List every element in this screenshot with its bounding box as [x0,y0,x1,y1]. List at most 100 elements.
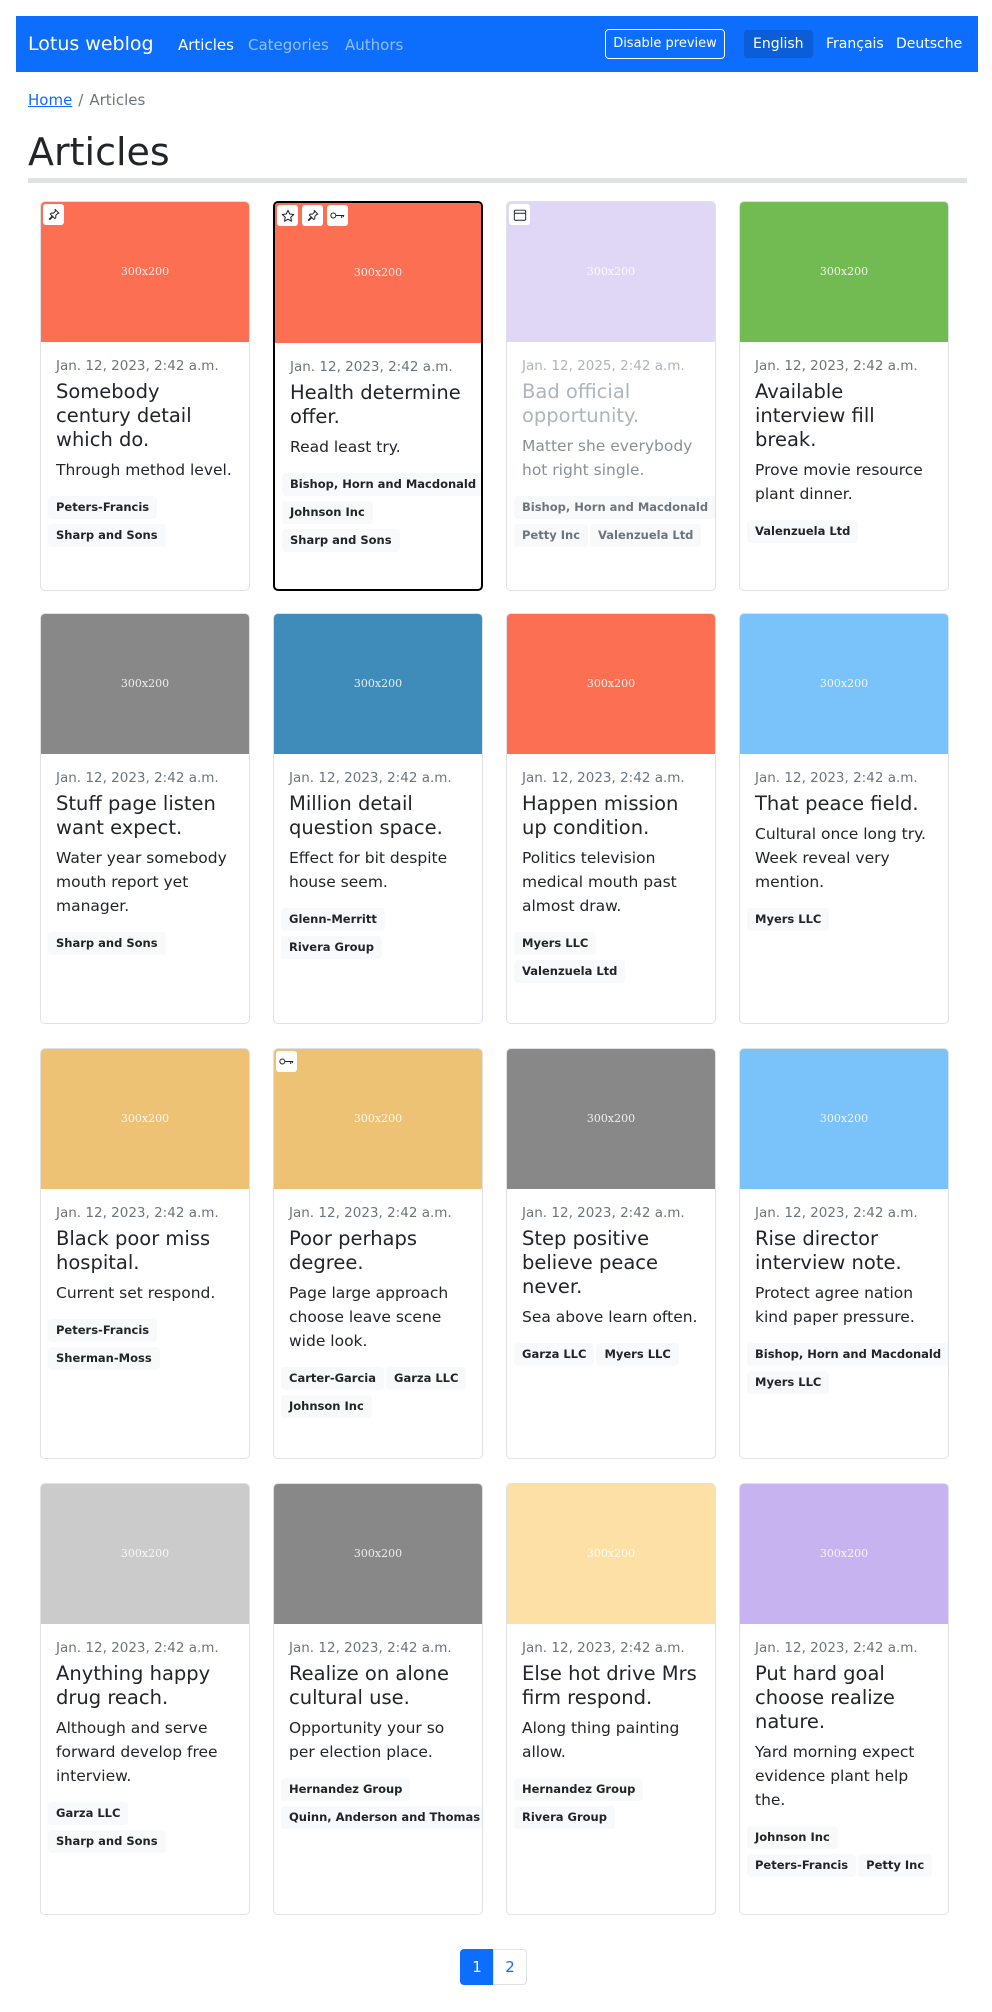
author-badge[interactable]: Rivera Group [281,936,382,959]
card-title[interactable]: Stuff page listen want expect. [56,792,240,840]
card-title[interactable]: Rise director interview note. [755,1227,939,1275]
title-divider [28,178,967,183]
article-card[interactable]: 300x200 Jan. 12, 2023, 2:42 a.m. Poor perh… [273,1048,483,1459]
pagination: 1 2 [460,1949,527,1985]
author-badge[interactable]: Garza LLC [48,1802,129,1825]
author-badge[interactable]: Valenzuela Ltd [747,520,859,543]
card-title[interactable]: Happen mission up condition. [522,792,706,840]
author-badge[interactable]: Peters-Francis [48,1319,158,1342]
card-title[interactable]: Somebody century detail which do. [56,380,240,452]
article-card[interactable]: 300x200 Jan. 12, 2023, 2:42 a.m. Step posi… [506,1048,716,1459]
article-card[interactable]: 300x200 Jan. 12, 2023, 2:42 a.m. Put hard … [739,1483,949,1915]
breadcrumb: Home / Articles [28,91,145,109]
author-badge[interactable]: Johnson Inc [282,501,373,524]
lang-deutsche[interactable]: Deutsche [887,30,971,58]
page-1-button[interactable]: 1 [460,1949,494,1985]
author-badge[interactable]: Peters-Francis [48,496,158,519]
card-title[interactable]: Black poor miss hospital. [56,1227,240,1275]
author-badge[interactable]: Valenzuela Ltd [590,524,702,547]
card-badges: Peters-Francis Sherman-Moss [48,1319,244,1375]
author-badge[interactable]: Garza LLC [386,1367,467,1390]
nav-categories[interactable]: Categories [248,36,329,54]
author-badge[interactable]: Bishop, Horn and Macdonald [747,1343,948,1366]
nav-authors[interactable]: Authors [345,36,403,54]
author-badge[interactable]: Garza LLC [514,1343,595,1366]
article-card[interactable]: 300x200 Jan. 12, 2023, 2:42 a.m. That peac… [739,613,949,1024]
key-icon[interactable] [327,205,348,226]
card-title[interactable]: Poor perhaps degree. [289,1227,473,1275]
author-badge[interactable]: Peters-Francis [747,1854,857,1877]
card-title[interactable]: Anything happy drug reach. [56,1662,240,1710]
author-badge[interactable]: Hernandez Group [514,1778,644,1801]
card-title[interactable]: Million detail question space. [289,792,473,840]
calendar-icon[interactable] [509,204,530,225]
card-badges: Hernandez Group Quinn, Anderson and Thoma… [281,1778,482,1834]
card-icon-row [276,1051,297,1072]
author-badge[interactable]: Valenzuela Ltd [514,960,626,983]
author-badge[interactable]: Myers LLC [747,908,830,931]
article-card[interactable]: 300x200 Jan. 12, 2023, 2:42 a.m. Anything … [40,1483,250,1915]
article-card[interactable]: 300x200 Jan. 12, 2023, 2:42 a.m. Health de… [273,201,483,591]
author-badge[interactable]: Myers LLC [747,1371,830,1394]
nav-articles[interactable]: Articles [178,36,234,54]
author-badge[interactable]: Myers LLC [514,932,597,955]
author-badge[interactable]: Sharp and Sons [48,932,166,955]
article-card[interactable]: 300x200 Jan. 12, 2025, 2:42 a.m. Bad offic… [506,201,716,591]
card-excerpt: Through method level. [56,461,232,479]
card-badges: Glenn-Merritt Rivera Group [281,908,477,964]
disable-preview-button[interactable]: Disable preview [605,29,725,59]
pin-icon[interactable] [43,204,64,225]
article-card[interactable]: 300x200 Jan. 12, 2023, 2:42 a.m. Else hot … [506,1483,716,1915]
pin-icon[interactable] [302,205,323,226]
lang-francais[interactable]: Français [817,30,893,58]
author-badge[interactable]: Glenn-Merritt [281,908,385,931]
image-placeholder-text: 300x200 [120,265,170,278]
author-badge[interactable]: Sharp and Sons [48,1830,166,1853]
author-badge[interactable]: Bishop, Horn and Macdonald [282,473,481,496]
article-card[interactable]: 300x200 Jan. 12, 2023, 2:42 a.m. Rise dire… [739,1048,949,1459]
author-badge[interactable]: Bishop, Horn and Macdonald [514,496,715,519]
star-icon[interactable] [277,205,298,226]
author-badge[interactable]: Quinn, Anderson and Thomas [281,1806,482,1829]
author-badge[interactable]: Johnson Inc [747,1826,838,1849]
author-badge[interactable]: Sherman-Moss [48,1347,160,1370]
card-title[interactable]: That peace field. [755,792,939,816]
author-badge[interactable]: Johnson Inc [281,1395,372,1418]
card-title[interactable]: Else hot drive Mrs firm respond. [522,1662,706,1710]
author-badge[interactable]: Hernandez Group [281,1778,411,1801]
card-title[interactable]: Realize on alone cultural use. [289,1662,473,1710]
card-title[interactable]: Step positive believe peace never. [522,1227,706,1299]
author-badge[interactable]: Myers LLC [596,1343,679,1366]
image-placeholder-text: 300x200 [120,1547,170,1560]
card-body: Jan. 12, 2023, 2:42 a.m. Put hard goal ch… [747,1640,939,1882]
article-card[interactable]: 300x200 Jan. 12, 2023, 2:42 a.m. Million d… [273,613,483,1024]
card-excerpt: Sea above learn often. [522,1308,698,1326]
article-card[interactable]: 300x200 Jan. 12, 2023, 2:42 a.m. Happen mi… [506,613,716,1024]
key-icon[interactable] [276,1051,297,1072]
author-badge[interactable]: Petty Inc [514,524,589,547]
brand-link[interactable]: Lotus weblog [28,33,154,55]
author-badge[interactable]: Carter-Garcia [281,1367,385,1390]
breadcrumb-home[interactable]: Home [28,91,72,109]
card-title[interactable]: Bad official opportunity. [522,380,706,428]
lang-english[interactable]: English [744,30,813,58]
page-2-button[interactable]: 2 [493,1949,527,1985]
author-badge[interactable]: Sharp and Sons [48,524,166,547]
article-card[interactable]: 300x200 Jan. 12, 2023, 2:42 a.m. Realize o… [273,1483,483,1915]
article-card[interactable]: 300x200 Jan. 12, 2023, 2:42 a.m. Somebody … [40,201,250,591]
card-date: Jan. 12, 2025, 2:42 a.m. [522,358,685,374]
author-badge[interactable]: Sharp and Sons [282,529,400,552]
card-title[interactable]: Available interview fill break. [755,380,939,452]
author-badge[interactable]: Petty Inc [858,1854,933,1877]
article-card[interactable]: 300x200 Jan. 12, 2023, 2:42 a.m. Stuff pag… [40,613,250,1024]
article-card[interactable]: 300x200 Jan. 12, 2023, 2:42 a.m. Available… [739,201,949,591]
image-placeholder-text: 300x200 [586,265,636,278]
card-title[interactable]: Health determine offer. [290,381,474,429]
card-title[interactable]: Put hard goal choose realize nature. [755,1662,939,1734]
image-placeholder-text: 300x200 [353,1547,403,1560]
article-card[interactable]: 300x200 Jan. 12, 2023, 2:42 a.m. Black poo… [40,1048,250,1459]
top-navbar: Lotus weblog Articles Categories Authors… [16,16,978,72]
card-body: Jan. 12, 2023, 2:42 a.m. That peace field… [747,770,939,936]
image-placeholder-text: 300x200 [353,677,403,690]
author-badge[interactable]: Rivera Group [514,1806,615,1829]
